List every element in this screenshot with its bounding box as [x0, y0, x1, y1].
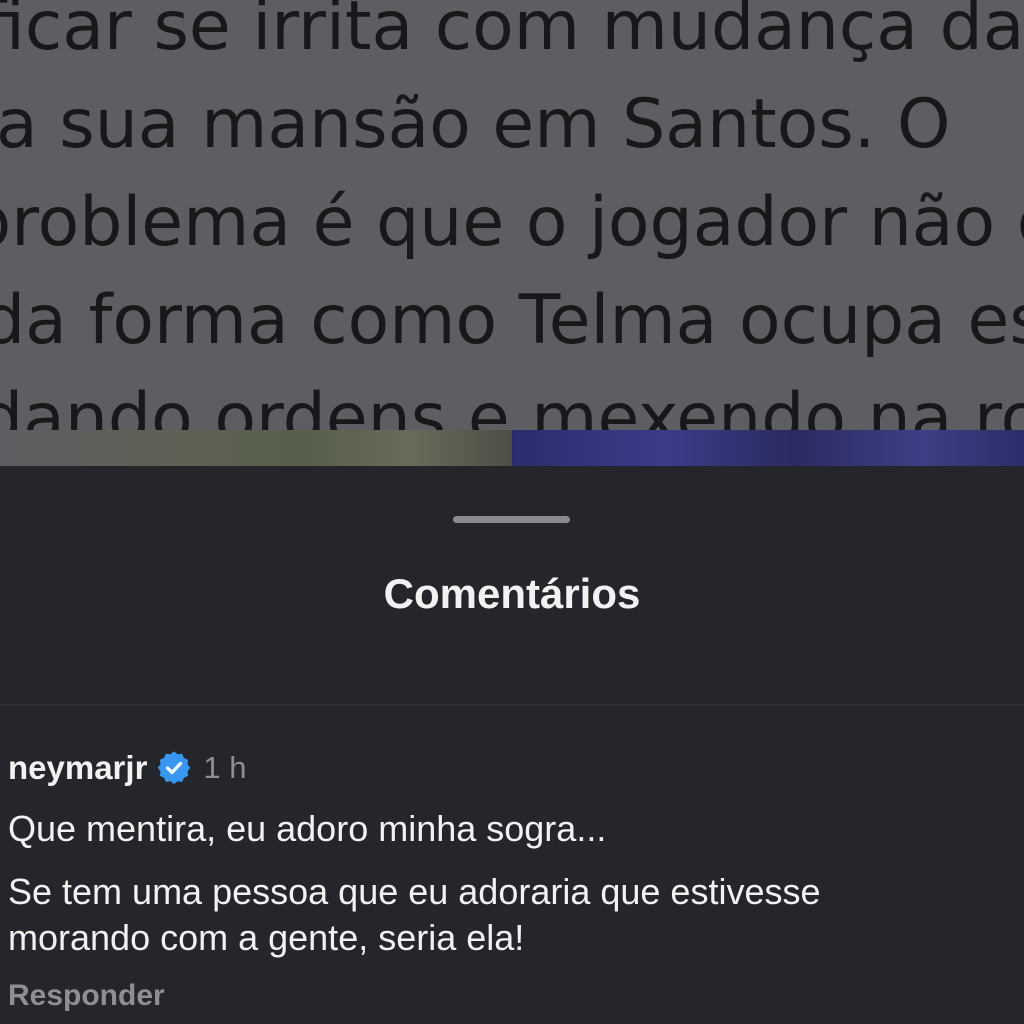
post-image-left	[0, 430, 512, 466]
post-line: ficar se irrita com mudança da sogra	[0, 0, 1024, 66]
comment-username[interactable]: neymarjr	[8, 749, 147, 787]
sheet-title: Comentários	[383, 570, 641, 617]
comment-text-line: morando com a gente, seria ela!	[8, 917, 525, 958]
post-image-strip	[0, 430, 1024, 466]
comment-header: neymarjr 1 h	[8, 748, 1008, 788]
comment-item: neymarjr 1 h Que mentira, eu adoro minha…	[8, 748, 1008, 1013]
screen: ficar se irrita com mudança da sogra a s…	[0, 0, 1024, 1024]
verified-badge-icon	[157, 751, 191, 785]
comment-text-line: Se tem uma pessoa que eu adoraria que es…	[8, 871, 821, 912]
post-line: da forma como Telma ocupa espaços,	[0, 281, 1024, 360]
comments-sheet: Comentários neymarjr 1 h Que mentira, eu…	[0, 466, 1024, 1024]
comment-text-line: Que mentira, eu adoro minha sogra...	[8, 808, 607, 849]
post-image-right	[512, 430, 1024, 466]
post-line: problema é que o jogador não gosta	[0, 183, 1024, 262]
post-line: a sua mansão em Santos. O	[0, 85, 951, 164]
background-post: ficar se irrita com mudança da sogra a s…	[0, 0, 1024, 466]
divider	[0, 704, 1024, 706]
post-text: ficar se irrita com mudança da sogra a s…	[0, 0, 1024, 466]
drag-handle[interactable]	[453, 516, 570, 523]
reply-button[interactable]: Responder	[8, 979, 165, 1013]
comment-timestamp: 1 h	[203, 750, 247, 785]
